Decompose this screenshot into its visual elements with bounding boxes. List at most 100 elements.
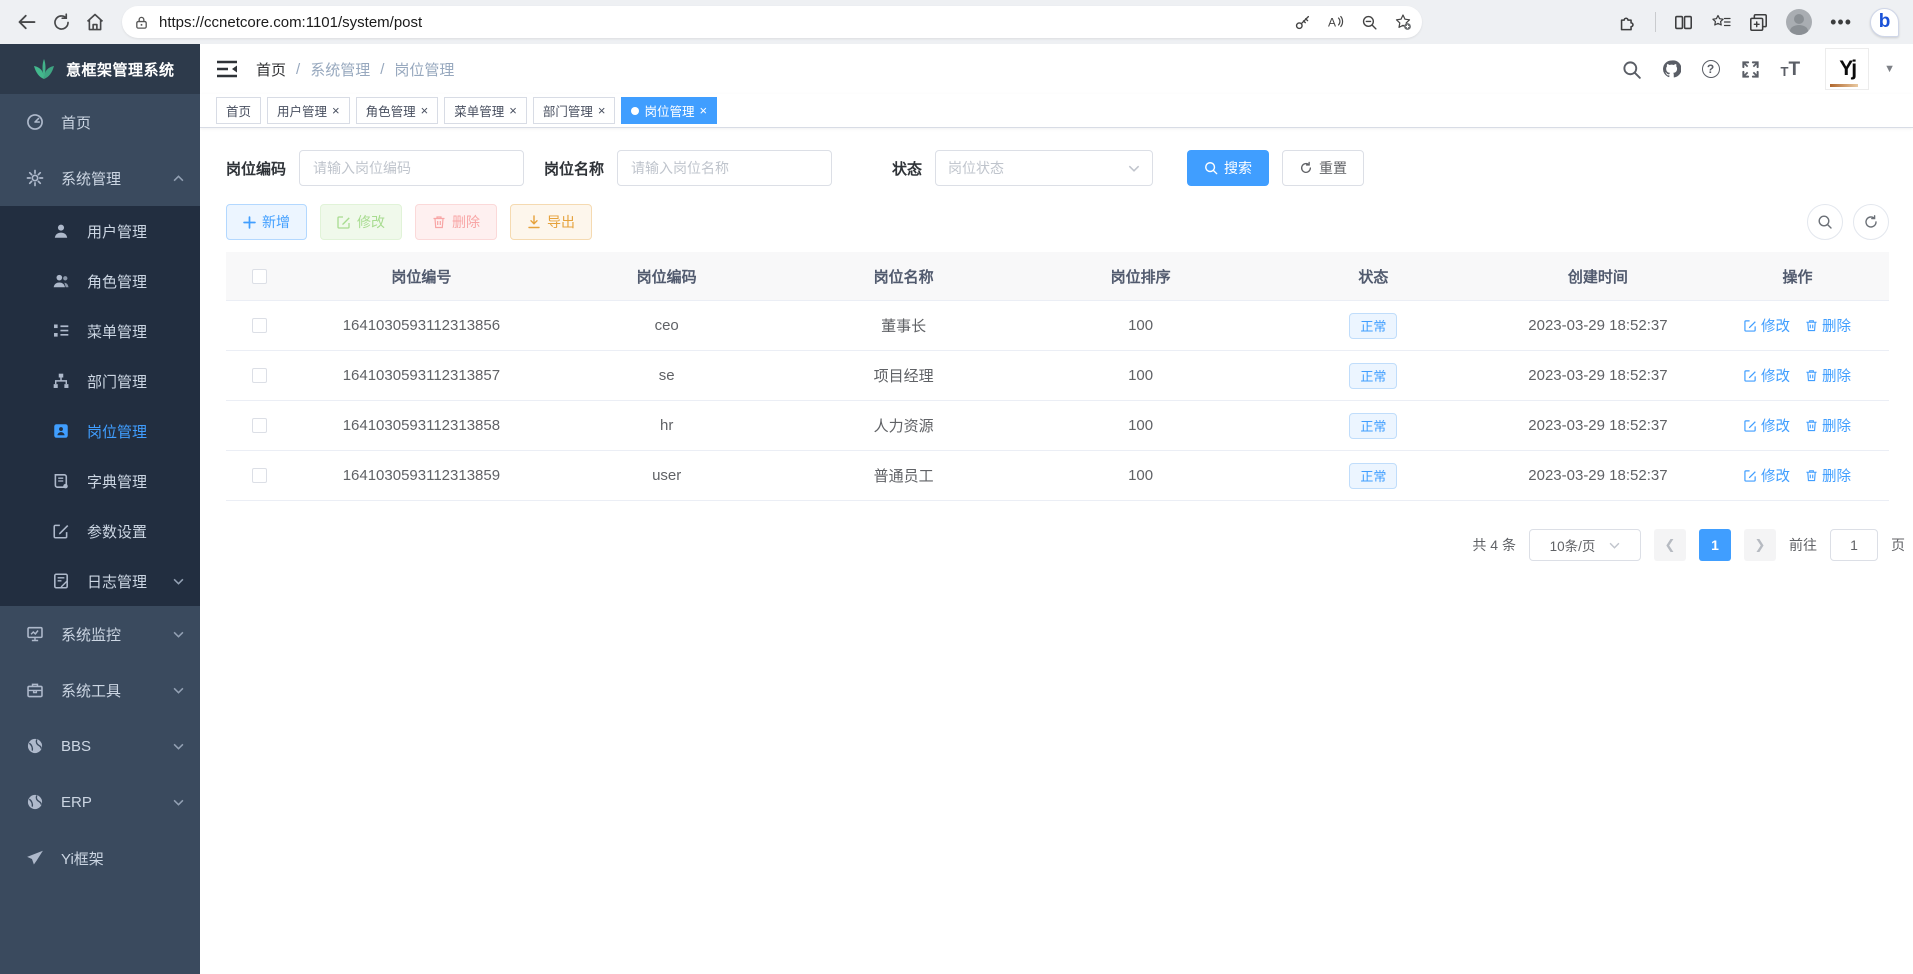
add-favorite-icon[interactable] (1394, 13, 1412, 31)
sidebar-item-yi-framework[interactable]: Yi框架 (0, 830, 200, 886)
next-page-button[interactable]: ❯ (1744, 529, 1776, 561)
chevron-down-icon (173, 578, 184, 585)
row-delete-link[interactable]: 删除 (1805, 415, 1851, 436)
row-edit-link[interactable]: 修改 (1744, 365, 1790, 386)
sidebar-item-system-tools[interactable]: 系统工具 (0, 662, 200, 718)
sidebar-item-system-monitor[interactable]: 系统监控 (0, 606, 200, 662)
select-all-checkbox[interactable] (252, 269, 267, 284)
page-size-select[interactable]: 10条/页 (1529, 529, 1641, 561)
sidebar-item-erp[interactable]: ERP (0, 774, 200, 830)
url-text[interactable]: https://ccnetcore.com:1101/system/post (159, 14, 1294, 31)
collections-icon[interactable] (1749, 13, 1768, 32)
browser-profile-avatar[interactable] (1786, 9, 1812, 35)
show-search-toggle-button[interactable] (1807, 204, 1843, 240)
cell-post-name: 普通员工 (783, 451, 1024, 500)
status-select[interactable]: 岗位状态 (935, 150, 1153, 186)
header-search-icon[interactable] (1622, 60, 1641, 79)
extensions-icon[interactable] (1618, 13, 1637, 32)
tab-label: 菜单管理 (454, 101, 504, 120)
tab-department-management[interactable]: 部门管理× (533, 97, 616, 124)
chevron-down-icon (173, 743, 184, 750)
export-button[interactable]: 导出 (510, 204, 592, 240)
sidebar-item-post-management[interactable]: 岗位管理 (0, 406, 200, 456)
sidebar-item-user-management[interactable]: 用户管理 (0, 206, 200, 256)
password-key-icon[interactable] (1294, 14, 1311, 31)
row-edit-link[interactable]: 修改 (1744, 415, 1790, 436)
browser-home-icon[interactable] (78, 5, 112, 39)
current-page-button[interactable]: 1 (1699, 529, 1731, 561)
close-icon[interactable]: × (598, 104, 606, 117)
row-checkbox[interactable] (252, 318, 267, 333)
cell-post-id: 1641030593112313858 (293, 401, 551, 450)
tab-home[interactable]: 首页 (216, 97, 261, 124)
breadcrumb: 首页 / 系统管理 / 岗位管理 (256, 59, 454, 80)
close-icon[interactable]: × (332, 104, 340, 117)
globe-icon (26, 793, 44, 811)
sidebar-item-label: 系统监控 (61, 624, 121, 645)
sidebar-item-log-management[interactable]: 日志管理 (0, 556, 200, 606)
user-avatar[interactable]: Yj (1825, 48, 1869, 90)
address-bar[interactable]: https://ccnetcore.com:1101/system/post A (122, 6, 1422, 38)
post-name-input[interactable] (617, 150, 832, 186)
monitor-icon (26, 625, 44, 643)
download-icon (527, 215, 541, 229)
tab-post-management[interactable]: 岗位管理× (621, 97, 717, 124)
globe-icon (26, 737, 44, 755)
help-icon[interactable]: ? (1702, 60, 1720, 78)
prev-page-button[interactable]: ❮ (1654, 529, 1686, 561)
row-edit-link[interactable]: 修改 (1744, 315, 1790, 336)
row-delete-link[interactable]: 删除 (1805, 315, 1851, 336)
sidebar-item-department-management[interactable]: 部门管理 (0, 356, 200, 406)
row-edit-link[interactable]: 修改 (1744, 465, 1790, 486)
split-screen-icon[interactable] (1674, 13, 1693, 32)
sidebar-item-dictionary-management[interactable]: 字典管理 (0, 456, 200, 506)
sidebar-item-system-management[interactable]: 系统管理 (0, 150, 200, 206)
browser-refresh-icon[interactable] (44, 5, 78, 39)
row-checkbox[interactable] (252, 418, 267, 433)
cell-post-code: ceo (550, 301, 783, 350)
search-button[interactable]: 搜索 (1187, 150, 1269, 186)
sidebar-item-label: ERP (61, 794, 92, 811)
edit-icon (1744, 369, 1757, 382)
zoom-out-icon[interactable] (1361, 14, 1378, 31)
bing-chat-icon[interactable]: b (1870, 8, 1899, 37)
github-icon[interactable] (1662, 60, 1681, 79)
fullscreen-icon[interactable] (1741, 60, 1760, 79)
delete-button[interactable]: 删除 (415, 204, 497, 240)
menu-list-icon (52, 322, 70, 340)
tab-role-management[interactable]: 角色管理× (356, 97, 439, 124)
browser-menu-icon[interactable]: ••• (1830, 12, 1852, 33)
post-code-input[interactable] (299, 150, 524, 186)
sidebar-item-menu-management[interactable]: 菜单管理 (0, 306, 200, 356)
close-icon[interactable]: × (699, 104, 707, 117)
sidebar-item-home[interactable]: 首页 (0, 94, 200, 150)
row-delete-link[interactable]: 删除 (1805, 365, 1851, 386)
refresh-table-button[interactable] (1853, 204, 1889, 240)
search-button-label: 搜索 (1224, 158, 1252, 178)
breadcrumb-home[interactable]: 首页 (256, 59, 286, 80)
tab-menu-management[interactable]: 菜单管理 × (444, 97, 527, 124)
row-checkbox[interactable] (252, 368, 267, 383)
font-size-icon[interactable]: TT (1781, 60, 1801, 79)
reset-button[interactable]: 重置 (1282, 150, 1364, 186)
browser-back-icon[interactable] (10, 5, 44, 39)
add-button-label: 新增 (262, 212, 290, 232)
lock-icon[interactable] (134, 15, 149, 30)
edit-button[interactable]: 修改 (320, 204, 402, 240)
tab-user-management[interactable]: 用户管理× (267, 97, 350, 124)
sidebar-item-parameter-settings[interactable]: 参数设置 (0, 506, 200, 556)
close-icon[interactable]: × (509, 104, 517, 117)
read-aloud-icon[interactable]: A (1327, 14, 1345, 30)
caret-down-icon[interactable]: ▼ (1884, 63, 1895, 75)
row-checkbox[interactable] (252, 468, 267, 483)
sidebar-item-role-management[interactable]: 角色管理 (0, 256, 200, 306)
add-button[interactable]: 新增 (226, 204, 307, 240)
sidebar-item-bbs[interactable]: BBS (0, 718, 200, 774)
breadcrumb-system[interactable]: 系统管理 (310, 59, 370, 80)
favorites-bar-icon[interactable] (1711, 13, 1731, 31)
close-icon[interactable]: × (421, 104, 429, 117)
goto-page-input[interactable] (1830, 529, 1878, 561)
row-delete-link[interactable]: 删除 (1805, 465, 1851, 486)
sidebar-item-label: 菜单管理 (87, 321, 147, 342)
sidebar-collapse-icon[interactable] (216, 60, 238, 78)
